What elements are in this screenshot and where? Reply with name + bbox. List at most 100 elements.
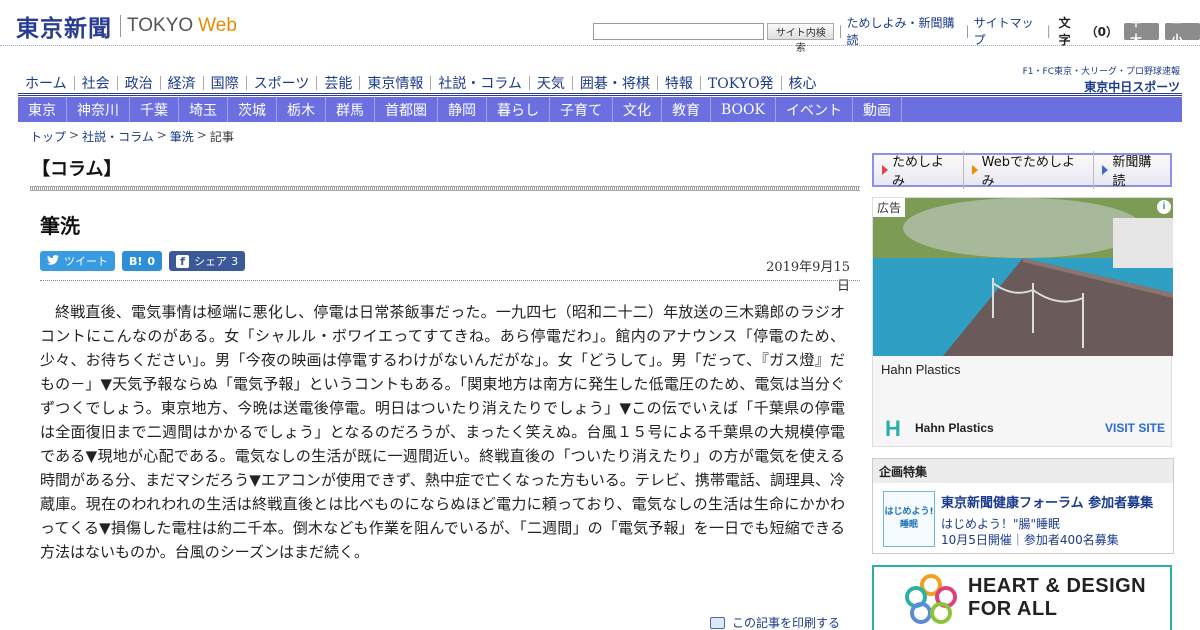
social-buttons: ツイート B! 0 f シェア 3 (40, 251, 252, 271)
ad-visit-site-button[interactable]: VISIT SITE (1105, 421, 1165, 435)
tweet-button[interactable]: ツイート (40, 251, 115, 271)
breadcrumb: トップ > 社説・コラム > 筆洗 > 記事 (30, 128, 234, 145)
newspaper-subscribe-label: 新聞購読 (1112, 155, 1152, 189)
regional-nav-item[interactable]: 栃木 (277, 97, 326, 122)
regional-nav: 東京 神奈川 千葉 埼玉 茨城 栃木 群馬 首都圏 静岡 暮らし 子育て 文化 教育 BOOK イベント 動画 (18, 97, 1182, 122)
regional-nav-item[interactable]: 文化 (613, 97, 662, 122)
article-date: 2019年9月15日 (766, 260, 850, 294)
hatena-count: 0 (147, 254, 156, 268)
primary-nav-item[interactable]: 特報 (658, 73, 700, 93)
font-smaller-button[interactable]: －小 (1165, 16, 1200, 47)
arrow-right-icon (882, 165, 888, 175)
font-size-value: （0） (1085, 24, 1118, 39)
breadcrumb-separator: > (156, 128, 167, 142)
regional-nav-item[interactable]: 教育 (662, 97, 711, 122)
print-label: この記事を印刷する (732, 616, 841, 630)
trial-read-label: ためしよみ (892, 155, 945, 189)
breadcrumb-hissen[interactable]: 筆洗 (170, 128, 194, 145)
feature-title-link[interactable]: 東京新聞健康フォーラム 参加者募集 (941, 492, 1153, 511)
web-trial-read-link[interactable]: Webでためしよみ (964, 151, 1095, 189)
primary-nav-item[interactable]: 国際 (204, 73, 246, 93)
feature-date[interactable]: 10月5日開催｜参加者400名募集 (941, 531, 1119, 548)
ad-boardwalk-illustration (873, 198, 1173, 356)
primary-nav-item[interactable]: 核心 (782, 73, 824, 93)
heart-design-line1: HEART & DESIGN (968, 575, 1147, 597)
hatena-bookmark-icon: B! (129, 254, 143, 268)
advertisement[interactable]: 広告 i Hahn Plastics H Hahn Plastics VISIT… (872, 197, 1173, 447)
article-body: 終戦直後、電気事情は極端に悪化し、停電は日常茶飯事だった。一九四七（昭和二十二）… (40, 303, 845, 561)
regional-nav-item[interactable]: 千葉 (130, 97, 179, 122)
primary-nav-item[interactable]: TOKYO発 (701, 73, 781, 93)
regional-nav-item[interactable]: 静岡 (438, 97, 487, 122)
sports-banner[interactable]: F1・FC東京・大リーグ・プロ野球速報 東京中日スポーツ (1020, 64, 1180, 95)
trial-read-link[interactable]: ためしよみ (874, 151, 964, 189)
breadcrumb-separator: > (196, 128, 207, 142)
header-tools: サイト内検索 | ためしよみ・新聞購読 | サイトマップ | 文字 （0） ＋大… (593, 14, 1200, 54)
ad-image[interactable]: 広告 i (873, 198, 1173, 356)
site-header: 東京新聞 TOKYO Web サイト内検索 | ためしよみ・新聞購読 | サイト… (0, 0, 1200, 54)
subscribe-bar: ためしよみ Webでためしよみ 新聞購読 (872, 151, 1172, 189)
primary-nav-item[interactable]: スポーツ (247, 73, 317, 93)
date-rule (40, 280, 860, 281)
printer-icon (710, 616, 725, 629)
sports-banner-top: F1・FC東京・大リーグ・プロ野球速報 (1022, 67, 1180, 77)
regional-nav-item[interactable]: 子育て (550, 97, 613, 122)
search-input[interactable] (593, 22, 764, 40)
regional-nav-item[interactable]: 動画 (853, 97, 902, 122)
ad-headline[interactable]: Hahn Plastics (881, 362, 960, 377)
breadcrumb-current: 記事 (209, 130, 234, 144)
site-logo[interactable]: 東京新聞 TOKYO Web (16, 9, 237, 43)
primary-nav-item[interactable]: 政治 (118, 73, 160, 93)
feature-thumbnail[interactable]: はじめよう!睡眠 (883, 491, 935, 547)
print-article-link[interactable]: この記事を印刷する (710, 614, 840, 630)
divider: | (965, 24, 970, 38)
section-title: 【コラム】 (32, 159, 122, 180)
font-size-label: 文字 (1058, 16, 1071, 47)
facebook-share-button[interactable]: f シェア 3 (169, 251, 246, 271)
primary-nav: ホーム 社会 政治 経済 国際 スポーツ 芸能 東京情報 社説・コラム 天気 囲碁・将棋 特報 TOKY… (18, 72, 824, 94)
primary-nav-item[interactable]: 東京情報 (360, 73, 430, 93)
primary-nav-item[interactable]: 囲碁・将棋 (573, 73, 657, 93)
newspaper-subscribe-link[interactable]: 新聞購読 (1094, 151, 1170, 189)
feature-subtitle[interactable]: はじめよう！"腸"睡眠 (941, 515, 1060, 532)
regional-nav-item[interactable]: 東京 (18, 97, 67, 122)
search-button[interactable]: サイト内検索 (767, 22, 835, 54)
regional-nav-item[interactable]: 暮らし (487, 97, 550, 122)
trial-subscribe-link[interactable]: ためしよみ・新聞購読 (847, 14, 962, 48)
logo-tokyo: TOKYO (127, 15, 194, 36)
facebook-share-label: シェア (194, 255, 228, 268)
primary-nav-item[interactable]: 社会 (75, 73, 117, 93)
regional-nav-item[interactable]: 神奈川 (67, 97, 130, 122)
sports-banner-logo: 東京中日スポーツ (1084, 80, 1180, 94)
feature-heading: 企画特集 (873, 459, 1173, 483)
regional-nav-item[interactable]: 茨城 (228, 97, 277, 122)
regional-nav-item[interactable]: 群馬 (326, 97, 375, 122)
article-title: 筆洗 (40, 214, 80, 238)
heart-design-text: HEART & DESIGN FOR ALL (968, 575, 1146, 621)
hatena-bookmark-button[interactable]: B! 0 (122, 251, 163, 271)
nav-rule (18, 93, 1182, 96)
breadcrumb-editorial[interactable]: 社説・コラム (82, 128, 154, 145)
logo-divider (120, 15, 121, 37)
primary-nav-item[interactable]: 社説・コラム (431, 73, 529, 93)
regional-nav-item[interactable]: イベント (776, 97, 853, 122)
regional-nav-item[interactable]: 首都圏 (375, 97, 438, 122)
sitemap-link[interactable]: サイトマップ (974, 14, 1043, 48)
heart-design-banner[interactable]: HEART & DESIGN FOR ALL (872, 565, 1172, 630)
regional-nav-item[interactable]: 埼玉 (179, 97, 228, 122)
divider: | (838, 24, 843, 38)
ad-brand[interactable]: Hahn Plastics (915, 421, 994, 435)
primary-nav-item[interactable]: 経済 (161, 73, 203, 93)
primary-nav-item[interactable]: ホーム (18, 73, 74, 93)
primary-nav-item[interactable]: 芸能 (317, 73, 359, 93)
breadcrumb-top[interactable]: トップ (30, 128, 66, 145)
regional-nav-item[interactable]: BOOK (711, 97, 776, 122)
section-rule (30, 186, 860, 191)
logo-text: 東京新聞 (16, 16, 112, 42)
arrow-right-icon (1102, 165, 1109, 175)
ad-info-icon[interactable]: i (1157, 200, 1171, 214)
breadcrumb-separator: > (69, 128, 80, 142)
font-larger-button[interactable]: ＋大 (1123, 16, 1159, 47)
heart-flower-icon (905, 574, 957, 624)
primary-nav-item[interactable]: 天気 (530, 73, 572, 93)
